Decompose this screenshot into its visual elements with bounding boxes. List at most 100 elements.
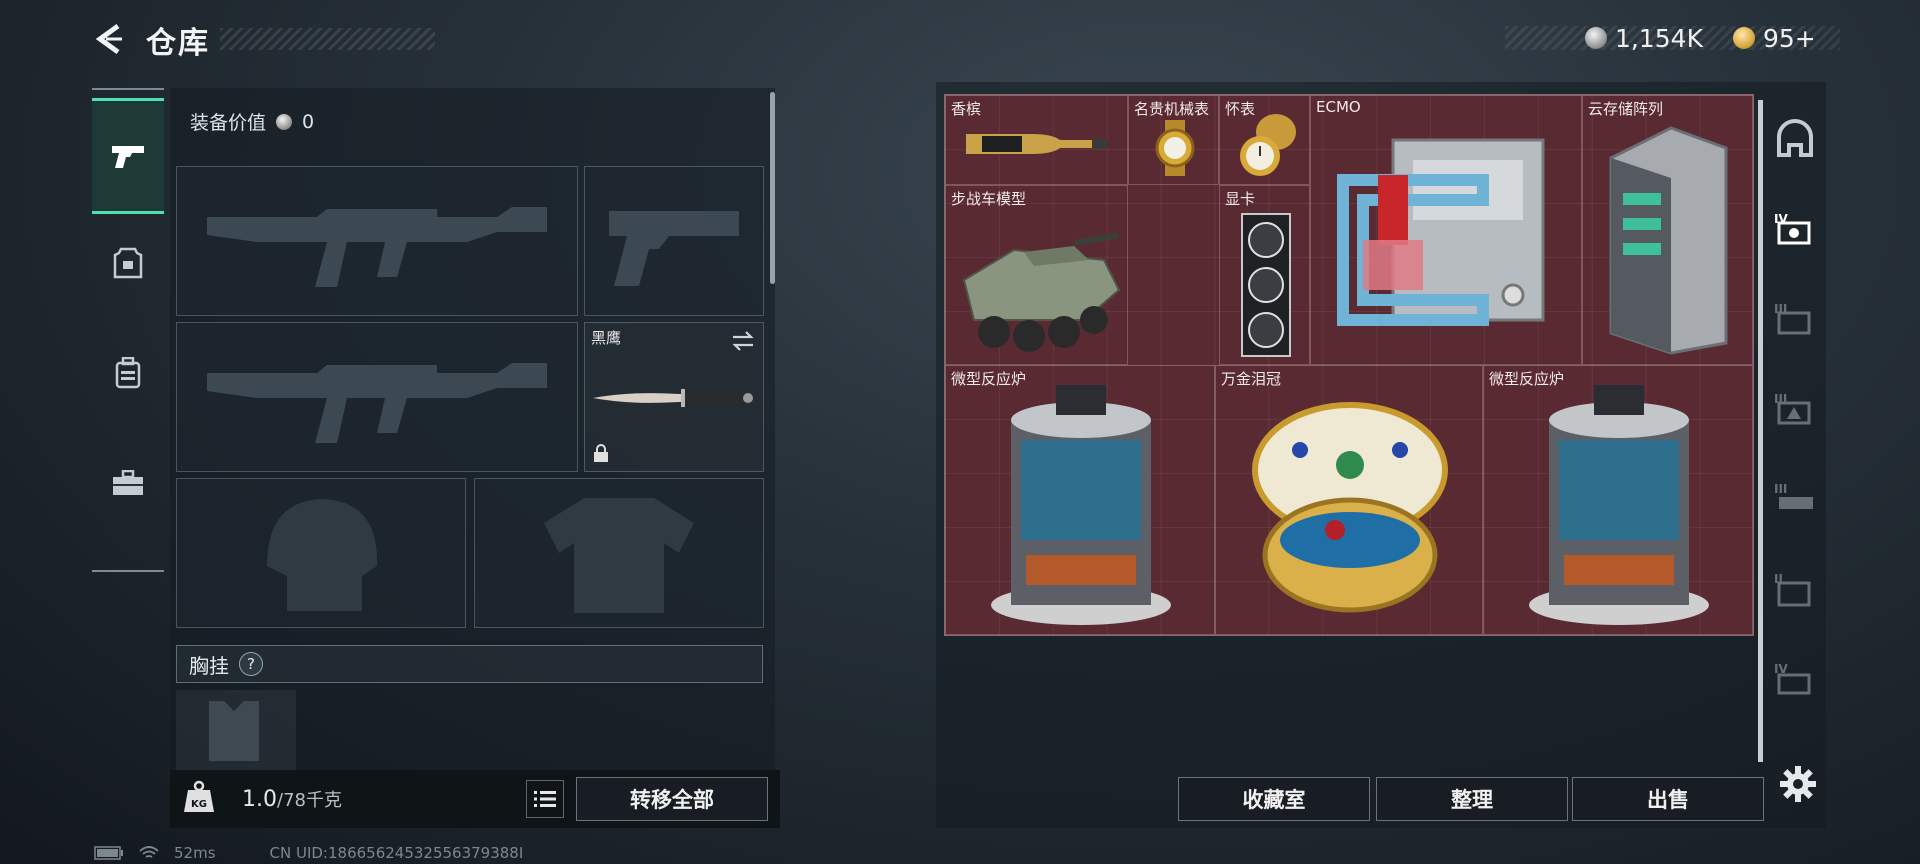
- item-cloud-storage-array[interactable]: 云存储阵列: [1582, 95, 1753, 365]
- pistol-slot[interactable]: [584, 166, 764, 316]
- graphics-card-icon: [1241, 213, 1291, 357]
- item-micro-reactor[interactable]: 微型反应炉: [1483, 365, 1753, 635]
- weight-max: /78千克: [277, 790, 342, 811]
- storage-tier-3-icon: III: [1774, 482, 1813, 509]
- status-bar: 52ms CN UID:18665624532556379388I: [94, 844, 523, 862]
- list-view-button[interactable]: [526, 780, 564, 818]
- storage-tab-iv[interactable]: IV: [1770, 204, 1820, 254]
- equipment-scrollbar[interactable]: [770, 92, 775, 284]
- item-label: 香槟: [951, 100, 982, 118]
- primary-weapon-slot[interactable]: [176, 166, 578, 316]
- storage-tier-3-icon: III: [1774, 392, 1811, 425]
- storage-tab-iii[interactable]: III: [1770, 384, 1820, 434]
- category-armor[interactable]: [92, 208, 164, 318]
- item-ifv-model[interactable]: 步战车模型: [945, 185, 1128, 365]
- item-graphics-card[interactable]: 显卡: [1219, 185, 1310, 365]
- page-title: 仓库: [146, 26, 210, 61]
- chest-rig-slot[interactable]: [176, 690, 296, 770]
- back-arrow-icon[interactable]: [92, 22, 126, 56]
- storage-tab-iv[interactable]: IV: [1770, 654, 1820, 704]
- ping-value: 52ms: [174, 844, 216, 862]
- storage-tab-iii[interactable]: III: [1770, 294, 1820, 344]
- battery-icon: [94, 846, 123, 860]
- micro-reactor-icon: [1529, 385, 1709, 625]
- knife-slot[interactable]: 黑鹰: [584, 322, 764, 472]
- category-weapons[interactable]: [92, 98, 164, 214]
- item-ecmo[interactable]: ECMO: [1310, 95, 1582, 365]
- safe-vault-icon: [1777, 119, 1813, 157]
- ecmo-machine-icon: [1337, 138, 1545, 326]
- silver-currency: 1,154K: [1585, 22, 1703, 54]
- transfer-all-button[interactable]: 转移全部: [576, 777, 768, 821]
- storage-tabs: IV III III III II IV: [1762, 94, 1824, 754]
- gold-currency-value: 95+: [1763, 23, 1816, 53]
- silver-coin-icon: [1585, 27, 1607, 49]
- ifv-model-icon: [962, 232, 1121, 352]
- title-decoration: [220, 28, 435, 50]
- equipment-value-amount: 0: [302, 110, 315, 133]
- list-icon: [534, 791, 556, 807]
- category-backpack[interactable]: [92, 318, 164, 428]
- champagne-icon: [966, 134, 1108, 154]
- weight-display: 1.0/78千克: [242, 786, 342, 812]
- chest-rig-silhouette-icon: [209, 701, 259, 761]
- wifi-icon: [139, 846, 159, 858]
- pocket-watch-icon: [1240, 114, 1296, 176]
- help-icon[interactable]: ?: [239, 652, 263, 676]
- secondary-weapon-slot[interactable]: [176, 322, 578, 472]
- item-label: ECMO: [1316, 98, 1361, 116]
- item-micro-reactor[interactable]: 微型反应炉: [945, 365, 1215, 635]
- storage-tier-4-icon: IV: [1774, 662, 1811, 695]
- user-uid: CN UID:18665624532556379388I: [269, 844, 524, 862]
- gold-coin-icon: [1733, 27, 1755, 49]
- rifle-silhouette-icon: [207, 363, 547, 443]
- gold-currency[interactable]: 95+: [1733, 22, 1816, 54]
- jeweled-egg-icon: [1252, 402, 1448, 613]
- storage-tier-2-icon: II: [1774, 572, 1811, 607]
- storage-tab-iii[interactable]: III: [1770, 474, 1820, 524]
- storage-grid: 香槟 名贵机械表 怀表 ECMO 云存储阵列 步战车模型 显卡 微型反应炉 万金…: [944, 94, 1754, 636]
- watch-icon: [1155, 120, 1195, 176]
- chest-rig-label: 胸挂: [189, 653, 229, 678]
- item-champagne[interactable]: 香槟: [945, 95, 1128, 185]
- armor-silhouette-icon: [544, 498, 694, 613]
- helmet-silhouette-icon: [267, 499, 378, 611]
- category-bar: [92, 88, 164, 572]
- pistol-icon: [112, 146, 144, 168]
- armor-vest-icon: [113, 247, 143, 279]
- svg-text:III: III: [1774, 482, 1787, 496]
- swap-icon[interactable]: [731, 331, 755, 351]
- item-label: 步战车模型: [951, 190, 1027, 208]
- backpack-icon: [115, 357, 141, 389]
- item-luxury-watch[interactable]: 名贵机械表: [1128, 95, 1219, 185]
- rifle-silhouette-icon: [207, 207, 547, 287]
- equipment-value: 装备价值 0: [190, 108, 314, 135]
- body-armor-slot[interactable]: [474, 478, 764, 628]
- weight-current: 1.0: [242, 787, 277, 812]
- lock-icon: [594, 444, 608, 462]
- cloud-storage-array-icon: [1609, 126, 1728, 355]
- item-label: 云存储阵列: [1588, 100, 1664, 118]
- knife-label: 黑鹰: [591, 329, 622, 347]
- category-toolbox[interactable]: [92, 428, 164, 538]
- weight-icon-text: KG: [191, 799, 207, 810]
- storage-tab-ii[interactable]: II: [1770, 564, 1820, 614]
- item-jeweled-egg[interactable]: 万金泪冠: [1215, 365, 1483, 635]
- item-label: 显卡: [1225, 190, 1256, 208]
- storage-tier-4-icon: IV: [1774, 212, 1811, 245]
- toolbox-icon: [113, 470, 143, 495]
- weight-icon: KG: [184, 780, 214, 812]
- knife-icon: [593, 389, 753, 407]
- chest-rig-header: 胸挂 ?: [176, 645, 763, 683]
- storage-tab-safe[interactable]: [1770, 114, 1820, 164]
- organize-button[interactable]: 整理: [1376, 777, 1568, 821]
- silver-coin-icon: [276, 113, 293, 130]
- gear-icon[interactable]: [1778, 764, 1818, 804]
- collection-room-button[interactable]: 收藏室: [1178, 777, 1370, 821]
- pistol-silhouette-icon: [609, 211, 739, 286]
- sell-button[interactable]: 出售: [1572, 777, 1764, 821]
- item-pocket-watch[interactable]: 怀表: [1219, 95, 1310, 185]
- helmet-slot[interactable]: [176, 478, 466, 628]
- storage-tier-3-icon: III: [1774, 302, 1811, 335]
- item-label: 名贵机械表: [1134, 100, 1210, 118]
